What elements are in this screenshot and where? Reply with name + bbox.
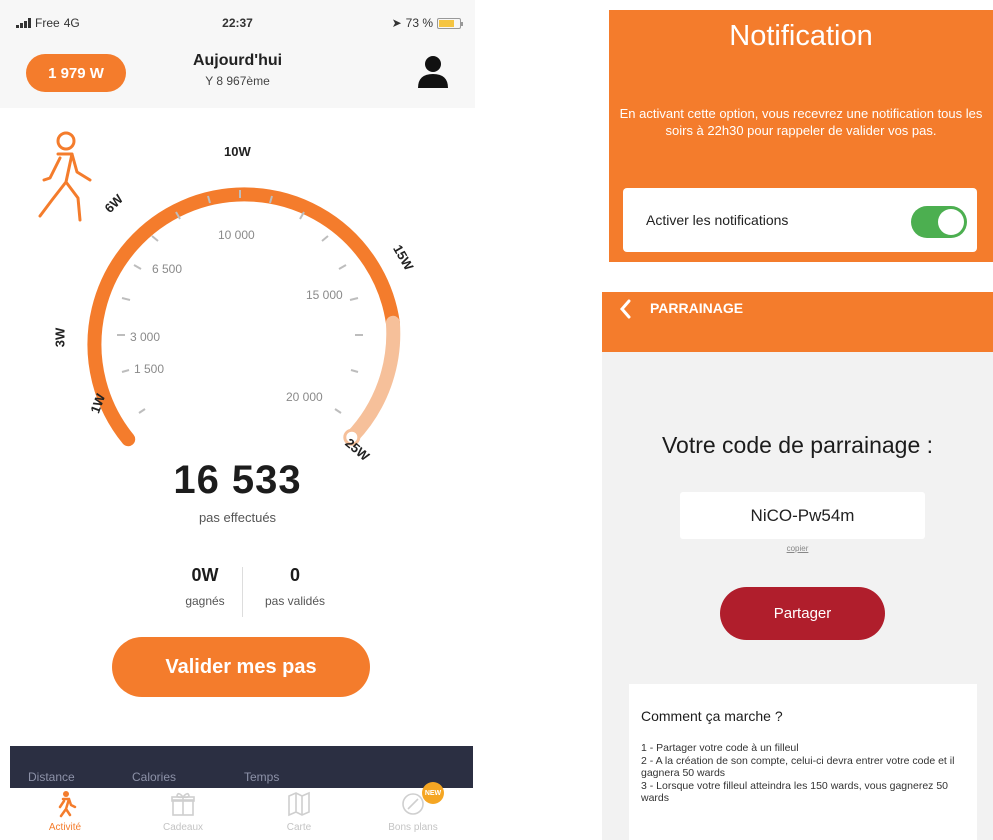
new-badge: NEW [422,782,444,804]
walk-icon [58,791,77,818]
copy-code-link[interactable]: copier [602,544,993,553]
step-mark-1500: 1 500 [134,362,165,376]
how-it-works-card: Comment ça marche ? 1 - Partager votre c… [629,684,977,840]
referral-screen: PARRAINAGE Votre code de parrainage : Ni… [602,292,993,840]
bottom-tab-bar: Activité Cadeaux Carte NEW Bons plans [0,782,475,840]
notification-title: Notification [729,20,873,52]
activity-screen: Free 4G 22:37 ➤ 73 % 1 979 W Aujourd'hui… [0,0,475,840]
ward-marker-3w: 3W [52,327,68,348]
step-mark-6500: 6 500 [152,262,183,276]
stat-divider [242,567,243,617]
notification-toggle[interactable] [911,206,967,238]
steps-count: 16 533 [173,458,302,502]
validate-steps-button[interactable]: Valider mes pas [112,637,370,697]
step-mark-10000: 10 000 [218,228,255,242]
tab-map[interactable]: Carte [244,790,354,833]
stat-validated-label: pas validés [264,594,326,608]
tab-deals-label: Bons plans [388,822,438,833]
referral-header-title: PARRAINAGE [650,300,744,316]
gauge-remaining-arc [344,315,401,445]
stats-row: 0W gagnés 0 pas validés [160,565,360,625]
stat-validated-value: 0 [289,565,300,585]
steps-label: pas effectués [198,510,277,525]
how-it-works-text: 1 - Partager votre code à un filleul 2 -… [641,742,955,804]
battery-group: ➤ 73 % [391,16,463,30]
profile-icon[interactable] [416,54,450,90]
ward-marker-10w: 10W [224,144,251,159]
referral-heading: Votre code de parrainage : [661,432,934,458]
step-mark-15000: 15 000 [306,288,343,302]
referral-header: PARRAINAGE [602,292,993,352]
tab-map-label: Carte [286,822,312,833]
tab-activity[interactable]: Activité [10,790,120,833]
page-title: Aujourd'hui [192,52,283,69]
summary-strip: Distance Calories Temps [10,746,473,788]
battery-icon [437,17,463,29]
tab-gifts[interactable]: Cadeaux [128,790,238,833]
notification-toggle-label: Activer les notifications [646,212,789,228]
app-header: 1 979 W Aujourd'hui Y 8 967ème [0,46,475,108]
toggle-knob [938,209,964,235]
share-button[interactable]: Partager [720,587,885,640]
referral-code-field[interactable]: NiCO-Pw54m [680,492,925,539]
battery-percent: 73 % [405,16,433,30]
notification-description: En activant cette option, vous recevrez … [619,106,983,138]
notification-screen: Notification En activant cette option, v… [609,10,993,262]
tab-deals[interactable]: NEW Bons plans [358,782,468,833]
rank-label: Y 8 967ème [205,74,270,88]
walker-icon [38,131,92,222]
stat-earned: 0W gagnés [160,565,250,608]
location-arrow-icon: ➤ [391,16,402,30]
step-mark-3000: 3 000 [130,330,161,344]
stat-earned-label: gagnés [185,594,225,608]
back-chevron-icon[interactable] [618,298,632,320]
tab-activity-label: Activité [48,822,82,833]
stat-validated: 0 pas validés [250,565,340,608]
step-mark-20000: 20 000 [286,390,323,404]
summary-calories: Calories [132,770,177,784]
status-bar: Free 4G 22:37 ➤ 73 % [0,0,475,46]
stat-earned-value: 0W [191,565,219,585]
summary-distance: Distance [28,770,75,784]
summary-time: Temps [244,770,280,784]
gift-icon [171,792,195,816]
tab-gifts-label: Cadeaux [162,822,204,833]
step-gauge: 1W 3W 6W 10W 15W 25W 1 500 3 000 6 500 1… [30,130,450,464]
how-it-works-title: Comment ça marche ? [641,708,783,724]
notification-toggle-row: Activer les notifications [623,188,977,252]
map-icon [288,791,310,817]
